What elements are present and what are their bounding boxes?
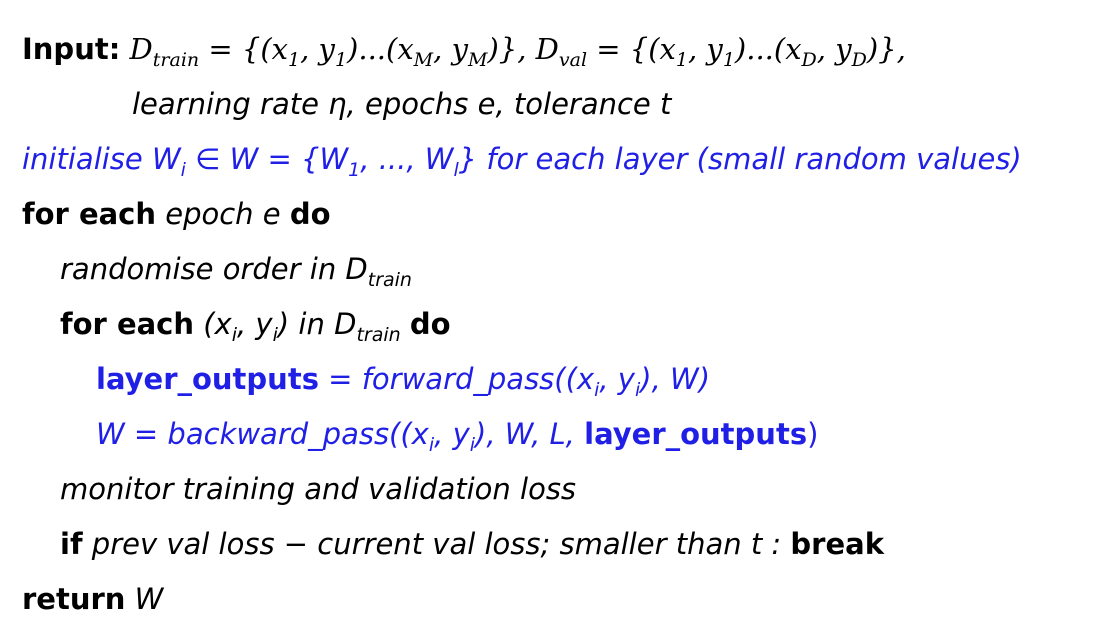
if-line: if prev val loss − current val loss; sma…: [22, 517, 1097, 572]
sub-1d: 1: [722, 49, 735, 71]
input-close2: )},: [866, 32, 906, 66]
randomise-text: randomise order in D: [60, 252, 368, 286]
algorithm-block: Input: Dtrain = {(x1, y1)...(xM, yM)}, D…: [22, 22, 1097, 627]
init-tail: } for each layer (small random values): [458, 142, 1022, 176]
fp-y: , y: [599, 362, 635, 396]
randomise-subscript: train: [367, 269, 412, 291]
return-value: W: [134, 582, 164, 616]
return-line: return W: [22, 572, 1097, 627]
input-y1: , y: [300, 32, 335, 66]
input-dots1: )...(x: [347, 32, 414, 66]
bp-layer-outputs: layer_outputs: [584, 417, 808, 451]
sub-1c: 1: [675, 49, 688, 71]
for-epoch-line: for each epoch e do: [22, 187, 1097, 242]
input-keyword: Input:: [22, 32, 121, 66]
pair-open: (x: [203, 307, 232, 341]
assign-op: =: [318, 362, 362, 396]
return-keyword: return: [22, 582, 126, 616]
monitor-line: monitor training and validation loss: [60, 472, 577, 506]
sub-1a: 1: [288, 49, 301, 71]
input-eq1: = {(x: [199, 32, 289, 66]
sub-1b: 1: [334, 49, 348, 71]
input-y1b: , y: [687, 32, 723, 66]
fp-close: ), W): [640, 362, 711, 396]
d-symbol: D: [129, 32, 153, 66]
pair-close: ): [277, 307, 290, 341]
input-yd: , y: [816, 32, 852, 66]
input-eq2: = {(x: [587, 32, 676, 66]
pair-expression: (xi, yi) in Dtrain: [203, 307, 400, 345]
bp-y: , y: [434, 417, 470, 451]
input-definition: Dtrain = {(x1, y1)...(xM, yM)}, Dval = {…: [129, 32, 906, 70]
input-dots2: )...(x: [734, 32, 802, 66]
val-subscript: val: [558, 49, 588, 71]
sub-d1: D: [801, 49, 817, 71]
sub-m2: M: [467, 49, 488, 71]
for-each-keyword: for each: [22, 197, 157, 231]
epoch-text: epoch e: [165, 197, 281, 231]
backward-pass-call: backward_pass((x: [167, 417, 429, 451]
bp-mid: ), W, L,: [475, 417, 585, 451]
do-keyword: do: [289, 197, 331, 231]
for-sample-line: for each (xi, yi) in Dtrain do: [22, 297, 1097, 352]
in-subscript: train: [356, 324, 401, 346]
params-line: learning rate η, epochs e, tolerance t: [132, 87, 672, 121]
randomise-line: randomise order in Dtrain: [22, 242, 1097, 297]
input-close1: )}, D: [487, 32, 559, 66]
train-subscript: train: [152, 49, 200, 71]
pair-y: , y: [237, 307, 273, 341]
init-text: initialise W: [22, 142, 181, 176]
break-keyword: break: [790, 527, 885, 561]
sub-m1: M: [413, 49, 434, 71]
if-keyword: if: [60, 527, 83, 561]
sub-d2: D: [851, 49, 867, 71]
init-rest: ∈ W = {W: [185, 142, 349, 176]
backward-expression: backward_pass((xi, yi), W, L,: [167, 417, 585, 455]
bp-close: ): [807, 417, 819, 451]
in-text: in D: [289, 307, 357, 341]
init-1-sub: 1: [348, 159, 361, 181]
layer-outputs-var: layer_outputs: [96, 362, 319, 396]
if-condition: prev val loss − current val loss; smalle…: [91, 527, 782, 561]
input-line: Input: Dtrain = {(x1, y1)...(xM, yM)}, D…: [22, 22, 1097, 77]
do-keyword-2: do: [409, 307, 451, 341]
w-assign: W =: [96, 417, 168, 451]
forward-expression: forward_pass((xi, yi), W): [361, 362, 711, 400]
init-dots: , ..., W: [360, 142, 454, 176]
for-each-keyword-2: for each: [60, 307, 195, 341]
forward-line: layer_outputs = forward_pass((xi, yi), W…: [22, 352, 1097, 407]
forward-pass-call: forward_pass((x: [361, 362, 595, 396]
backward-line: W = backward_pass((xi, yi), W, L, layer_…: [22, 407, 1097, 462]
input-ym: , y: [433, 32, 468, 66]
initialise-line: initialise Wi ∈ W = {W1, ..., Wl} for ea…: [22, 132, 1097, 187]
